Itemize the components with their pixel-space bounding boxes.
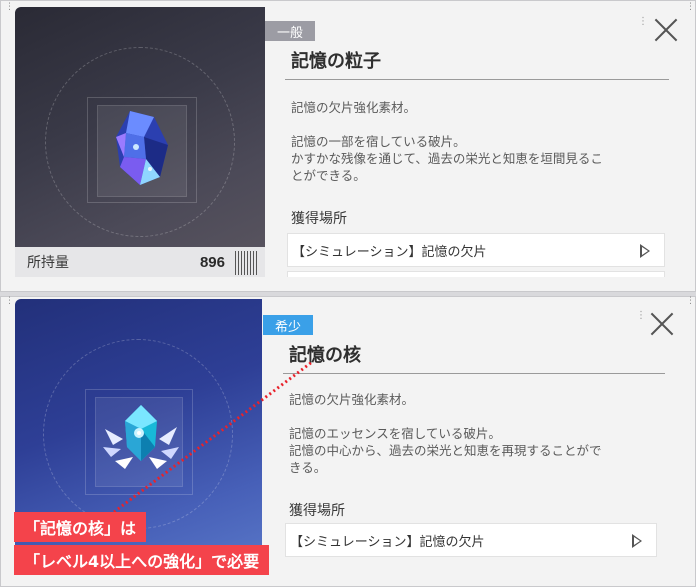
annotation-line-1: 「記憶の核」は — [14, 512, 147, 542]
annotation-line-2: 「レベル4以上への強化」で必要 — [14, 545, 270, 575]
annotation-connector — [113, 360, 313, 514]
